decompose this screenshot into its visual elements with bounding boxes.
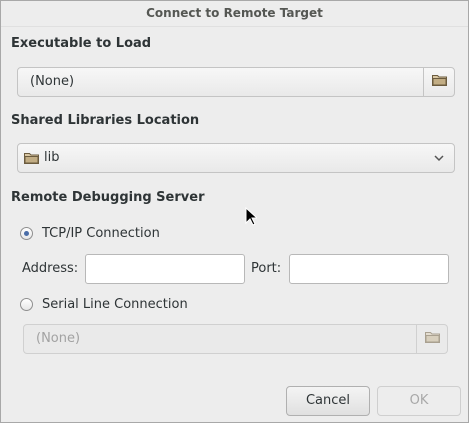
- serial-radio-option[interactable]: Serial Line Connection: [20, 297, 188, 312]
- serial-field: (None): [23, 324, 448, 354]
- cancel-button[interactable]: Cancel: [286, 386, 370, 416]
- address-input[interactable]: [85, 254, 245, 284]
- tcp-label: TCP/IP Connection: [42, 226, 160, 241]
- folder-icon: [24, 152, 39, 168]
- executable-section-title: Executable to Load: [11, 36, 152, 51]
- executable-value: (None): [30, 74, 75, 89]
- serial-value: (None): [36, 331, 81, 346]
- mouse-cursor-icon: [245, 206, 259, 230]
- ok-button[interactable]: OK: [377, 386, 461, 416]
- libraries-combo[interactable]: lib: [17, 143, 455, 173]
- tcp-radio[interactable]: [20, 227, 33, 240]
- folder-icon: [424, 331, 440, 347]
- serial-browse-button: [416, 325, 447, 353]
- executable-browse-button[interactable]: [423, 68, 454, 96]
- folder-icon: [431, 74, 447, 90]
- serial-label: Serial Line Connection: [42, 297, 188, 312]
- address-label: Address:: [22, 261, 79, 276]
- serial-radio[interactable]: [20, 298, 33, 311]
- port-input[interactable]: [289, 254, 449, 284]
- executable-field[interactable]: (None): [17, 67, 455, 97]
- dialog-title: Connect to Remote Target: [1, 1, 468, 27]
- tcp-radio-option[interactable]: TCP/IP Connection: [20, 226, 160, 241]
- libraries-section-title: Shared Libraries Location: [11, 113, 200, 128]
- chevron-down-icon: [433, 152, 445, 168]
- dialog: Connect to Remote Target Executable to L…: [0, 0, 469, 423]
- libraries-value: lib: [44, 150, 60, 165]
- port-label: Port:: [251, 261, 282, 276]
- server-section-title: Remote Debugging Server: [11, 190, 205, 205]
